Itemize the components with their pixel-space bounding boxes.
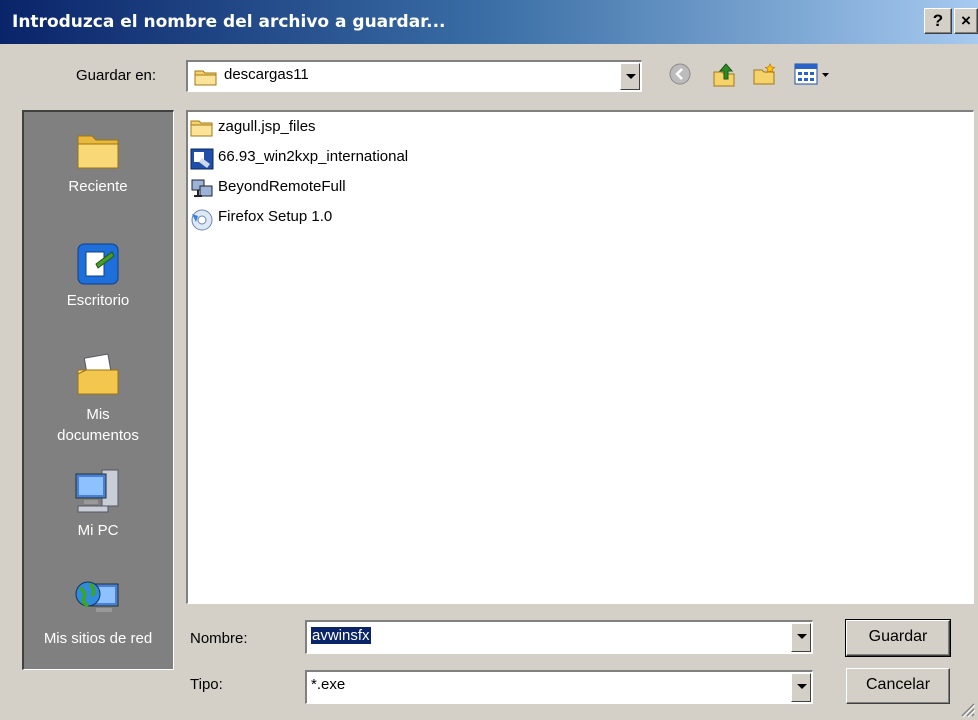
filetype-value: *.exe bbox=[311, 676, 346, 693]
save-in-label: Guardar en: bbox=[76, 67, 157, 84]
place-label: Escritorio bbox=[66, 292, 130, 309]
place-label: Mis sitios de red bbox=[43, 630, 153, 647]
filetype-dropdown-button[interactable] bbox=[791, 673, 811, 702]
my-documents-icon bbox=[77, 353, 119, 395]
resize-grip-icon[interactable] bbox=[958, 700, 976, 718]
filename-label: Nombre: bbox=[190, 630, 248, 647]
setup-icon bbox=[191, 209, 213, 231]
close-button[interactable]: × bbox=[954, 8, 978, 34]
file-name: BeyondRemoteFull bbox=[218, 178, 346, 195]
place-label: Reciente bbox=[68, 178, 128, 195]
cancel-button[interactable]: Cancelar bbox=[846, 668, 950, 704]
save-in-dropdown-button[interactable] bbox=[620, 63, 640, 90]
filename-dropdown-button[interactable] bbox=[791, 623, 811, 652]
place-my-documents[interactable]: Mis documentos bbox=[24, 352, 172, 446]
file-name: zagull.jsp_files bbox=[218, 118, 316, 135]
view-menu-icon[interactable] bbox=[794, 62, 832, 86]
file-name: 66.93_win2kxp_international bbox=[218, 148, 409, 165]
place-my-computer[interactable]: Mi PC bbox=[24, 466, 172, 539]
recent-folder-icon bbox=[77, 135, 119, 169]
installer-icon bbox=[190, 148, 214, 170]
places-bar: Reciente Escritorio Mis documentos Mi PC bbox=[22, 110, 174, 670]
filetype-dropdown[interactable]: *.exe bbox=[305, 670, 813, 704]
new-folder-icon[interactable] bbox=[752, 62, 778, 88]
folder-icon bbox=[190, 120, 213, 137]
place-desktop[interactable]: Escritorio bbox=[24, 240, 172, 309]
place-network[interactable]: Mis sitios de red bbox=[24, 574, 172, 647]
save-in-dropdown[interactable]: descargas11 bbox=[186, 60, 642, 92]
folder-icon bbox=[194, 70, 217, 86]
place-label: Mis documentos bbox=[57, 406, 139, 444]
filename-combobox[interactable]: avwinsfx bbox=[305, 620, 813, 654]
network-places-icon bbox=[75, 581, 119, 612]
filename-input[interactable]: avwinsfx bbox=[310, 626, 372, 645]
save-button[interactable]: Guardar bbox=[845, 619, 951, 657]
file-name: Firefox Setup 1.0 bbox=[218, 208, 333, 225]
file-list[interactable]: zagull.jsp_files 66.93_win2kxp_internati… bbox=[186, 110, 974, 604]
title-bar: Introduzca el nombre del archivo a guard… bbox=[0, 0, 978, 44]
help-button[interactable]: ? bbox=[924, 8, 952, 34]
my-computer-icon bbox=[75, 469, 119, 513]
window-title: Introduzca el nombre del archivo a guard… bbox=[12, 12, 446, 32]
save-in-value: descargas11 bbox=[224, 66, 309, 83]
place-recent[interactable]: Reciente bbox=[24, 126, 172, 195]
desktop-icon bbox=[77, 243, 119, 285]
filetype-label: Tipo: bbox=[190, 676, 223, 693]
network-app-icon bbox=[191, 179, 213, 197]
up-folder-icon[interactable] bbox=[712, 62, 738, 88]
place-label: Mi PC bbox=[77, 522, 119, 539]
back-icon[interactable] bbox=[668, 62, 692, 86]
